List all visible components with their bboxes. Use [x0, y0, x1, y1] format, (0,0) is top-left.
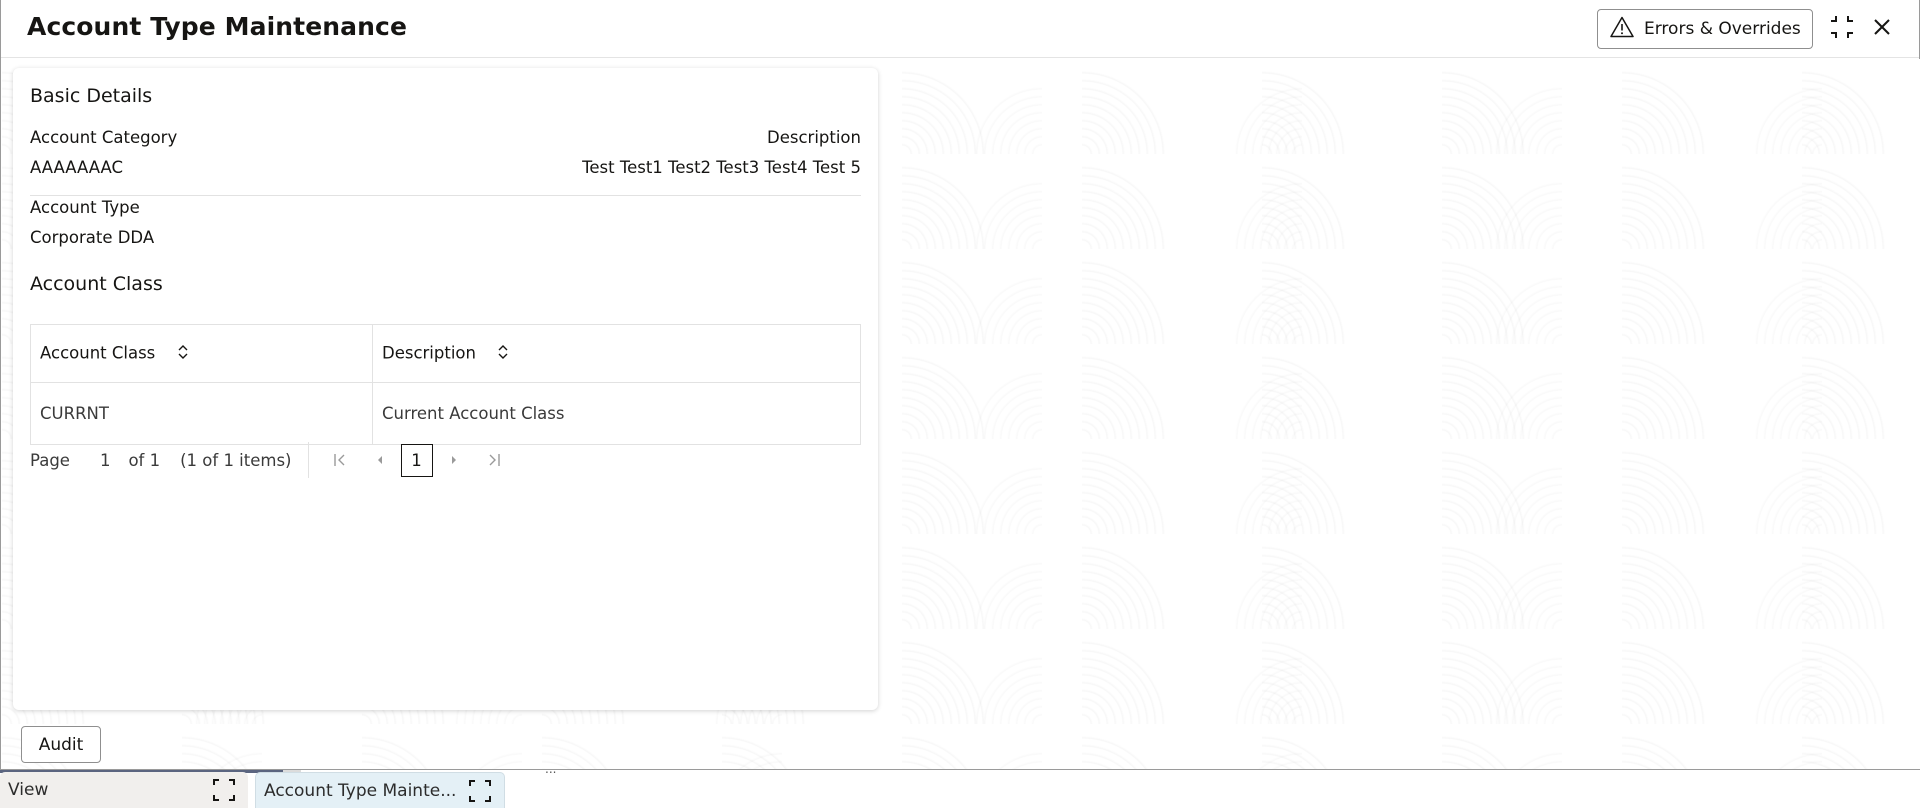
- previous-page-icon: [377, 456, 382, 464]
- close-window-button[interactable]: [1867, 14, 1897, 44]
- details-card: Basic Details Account Category AAAAAAAC …: [13, 68, 878, 710]
- sort-icon[interactable]: [177, 343, 189, 365]
- column-header-label: Description: [382, 343, 476, 362]
- field-divider: [30, 195, 861, 196]
- account-category-label: Account Category: [30, 128, 178, 147]
- page-label: Page: [30, 450, 70, 470]
- overflow-indicator[interactable]: ...: [545, 762, 556, 776]
- current-page-input[interactable]: 1: [100, 451, 111, 470]
- taskbar-tab-label: Account Type Mainte...: [264, 780, 457, 801]
- account-type-maintenance-window: Account Type Maintenance Errors & Overri…: [0, 0, 1920, 770]
- last-page-button[interactable]: [479, 445, 509, 475]
- column-header-description[interactable]: Description: [372, 324, 861, 383]
- next-page-button[interactable]: [439, 445, 469, 475]
- cell-description: Current Account Class: [372, 382, 861, 445]
- account-class-heading: Account Class: [30, 273, 163, 295]
- first-page-button[interactable]: [325, 445, 355, 475]
- account-category-value: AAAAAAAC: [30, 158, 123, 177]
- column-header-label: Account Class: [40, 343, 156, 362]
- errors-overrides-button[interactable]: Errors & Overrides: [1597, 9, 1813, 49]
- first-page-icon: [333, 454, 344, 466]
- taskbar-tab-view[interactable]: View: [0, 772, 248, 808]
- pager-separator: [307, 442, 309, 478]
- page-count-label: of 1: [128, 450, 161, 470]
- expand-icon[interactable]: [468, 779, 492, 808]
- page-title: Account Type Maintenance: [27, 12, 408, 41]
- taskbar: ... View Account Type Mainte...: [0, 762, 1920, 808]
- description-label: Description: [767, 128, 861, 147]
- table-header-row: Account Class Description: [30, 324, 861, 383]
- previous-page-button[interactable]: [365, 445, 395, 475]
- audit-button[interactable]: Audit: [21, 726, 101, 763]
- items-count-label: (1 of 1 items): [180, 450, 292, 470]
- content-area: Basic Details Account Category AAAAAAAC …: [2, 59, 1920, 769]
- errors-overrides-label: Errors & Overrides: [1644, 19, 1801, 39]
- window-header: Account Type Maintenance Errors & Overri…: [1, 0, 1919, 58]
- account-class-table: Account Class Description CURRNT Current…: [30, 324, 861, 445]
- last-page-icon: [489, 454, 500, 466]
- description-value: Test Test1 Test2 Test3 Test4 Test 5: [582, 158, 861, 177]
- sort-icon[interactable]: [497, 343, 509, 365]
- next-page-icon: [451, 456, 456, 464]
- column-header-account-class[interactable]: Account Class: [30, 324, 373, 383]
- compress-icon: [1829, 14, 1855, 44]
- table-row[interactable]: CURRNT Current Account Class: [30, 382, 861, 445]
- cell-account-class: CURRNT: [30, 382, 373, 445]
- account-type-value: Corporate DDA: [30, 228, 155, 247]
- basic-details-heading: Basic Details: [30, 85, 153, 107]
- expand-icon[interactable]: [212, 778, 236, 807]
- compress-window-button[interactable]: [1827, 14, 1857, 44]
- taskbar-tab-label: View: [8, 780, 49, 800]
- taskbar-tab-account-type-maintenance[interactable]: Account Type Mainte...: [255, 772, 505, 808]
- pagination: Page 1 of 1 (1 of 1 items) 1: [30, 442, 509, 478]
- close-icon: [1873, 18, 1891, 40]
- account-type-label: Account Type: [30, 198, 140, 217]
- page-number-button[interactable]: 1: [400, 443, 433, 477]
- warning-triangle-icon: [1610, 16, 1634, 42]
